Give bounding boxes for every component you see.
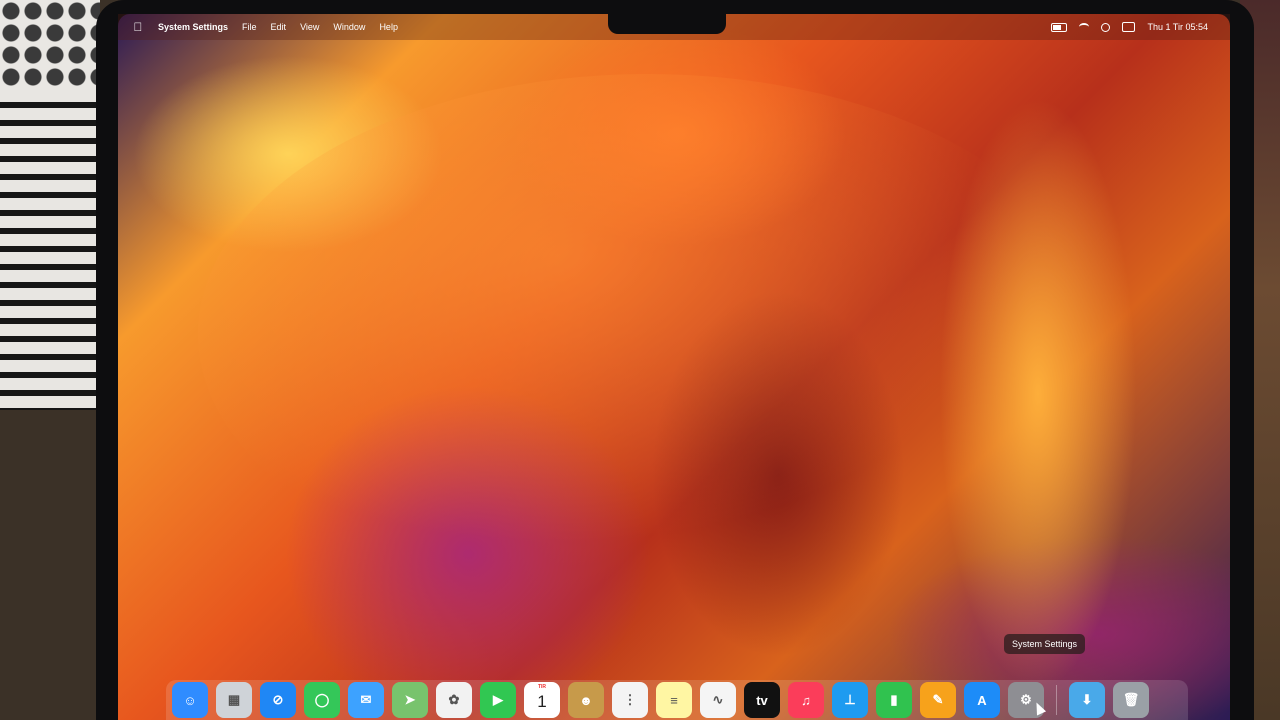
photos-icon-glyph: ✿ <box>448 692 460 707</box>
spotlight-search-icon[interactable] <box>1101 22 1111 32</box>
system-settings-icon-glyph: ⚙ <box>1020 692 1032 707</box>
launchpad-icon-glyph: ▦ <box>227 692 241 707</box>
safari-icon-glyph: ⊘ <box>272 692 284 707</box>
menu-edit[interactable]: Edit <box>271 22 287 32</box>
menu-window[interactable]: Window <box>333 22 365 32</box>
keynote-icon-glyph: ⊥ <box>844 692 856 707</box>
menu-help[interactable]: Help <box>379 22 398 32</box>
menu-view[interactable]: View <box>300 22 319 32</box>
mail-icon-glyph: ✉ <box>360 692 372 707</box>
finder-icon[interactable]: ☺ <box>172 682 208 718</box>
polka-dot-decor <box>0 0 100 95</box>
photos-icon[interactable]: ✿ <box>436 682 472 718</box>
keynote-icon[interactable]: ⊥ <box>832 682 868 718</box>
facetime-icon[interactable]: ▶ <box>480 682 516 718</box>
messages-icon[interactable]: ◯ <box>304 682 340 718</box>
apple-tv-icon[interactable]: tv <box>744 682 780 718</box>
freeform-icon-glyph: ∿ <box>712 692 724 707</box>
wifi-icon[interactable] <box>1079 23 1090 31</box>
contacts-icon-glyph: ☻ <box>579 692 593 708</box>
reminders-icon-glyph: ⋮ <box>623 692 637 707</box>
notes-icon[interactable]: ≡ <box>656 682 692 718</box>
facetime-icon-glyph: ▶ <box>493 692 503 707</box>
battery-icon[interactable] <box>1051 22 1068 32</box>
messages-icon-glyph: ◯ <box>314 692 330 707</box>
menu-file[interactable]: File <box>242 22 257 32</box>
dock-separator <box>1056 685 1057 715</box>
reminders-icon[interactable]: ⋮ <box>612 682 648 718</box>
app-store-icon[interactable]: A <box>964 682 1000 718</box>
striped-decor <box>0 90 100 410</box>
menu-clock[interactable]: Thu 1 Tir 05:54 <box>1147 22 1208 32</box>
mail-icon[interactable]: ✉ <box>348 682 384 718</box>
calendar-month-label: TIR <box>537 684 547 690</box>
finder-icon-glyph: ☺ <box>183 692 197 708</box>
numbers-icon-glyph: ▮ <box>890 692 898 707</box>
calendar-icon[interactable]: TIR 1 <box>524 682 560 718</box>
dock: ☺ ▦ ⊘ ◯ ✉ ➤ ✿ ▶ TIR 1 ☻ ⋮ ≡ ∿ tv ♫ ⊥ ▮ ✎ A ⚙ ⬇ 🗑 <box>166 680 1188 720</box>
downloads-folder-icon[interactable]: ⬇ <box>1069 682 1105 718</box>
apple-icon[interactable]:  <box>132 20 144 34</box>
safari-icon[interactable]: ⊘ <box>260 682 296 718</box>
pages-icon-glyph: ✎ <box>932 692 944 707</box>
downloads-folder-icon-glyph: ⬇ <box>1081 692 1093 707</box>
app-store-icon-glyph: A <box>977 692 987 708</box>
maps-icon-glyph: ➤ <box>404 692 416 707</box>
freeform-icon[interactable]: ∿ <box>700 682 736 718</box>
desktop-wallpaper <box>118 14 1230 720</box>
apple-tv-icon-glyph: tv <box>756 692 768 708</box>
trash-icon[interactable]: 🗑 <box>1113 682 1149 718</box>
maps-icon[interactable]: ➤ <box>392 682 428 718</box>
camera-notch <box>608 14 726 34</box>
calendar-day-label: 1 <box>537 692 547 711</box>
dock-tooltip: System Settings <box>1004 634 1086 654</box>
control-center-icon[interactable] <box>1122 22 1136 32</box>
music-icon[interactable]: ♫ <box>788 682 824 718</box>
trash-icon-glyph: 🗑 <box>1122 692 1140 707</box>
menu-app-name[interactable]: System Settings <box>158 22 228 32</box>
launchpad-icon[interactable]: ▦ <box>216 682 252 718</box>
numbers-icon[interactable]: ▮ <box>876 682 912 718</box>
notes-icon-glyph: ≡ <box>670 692 678 708</box>
pages-icon[interactable]: ✎ <box>920 682 956 718</box>
music-icon-glyph: ♫ <box>801 692 811 708</box>
contacts-icon[interactable]: ☻ <box>568 682 604 718</box>
